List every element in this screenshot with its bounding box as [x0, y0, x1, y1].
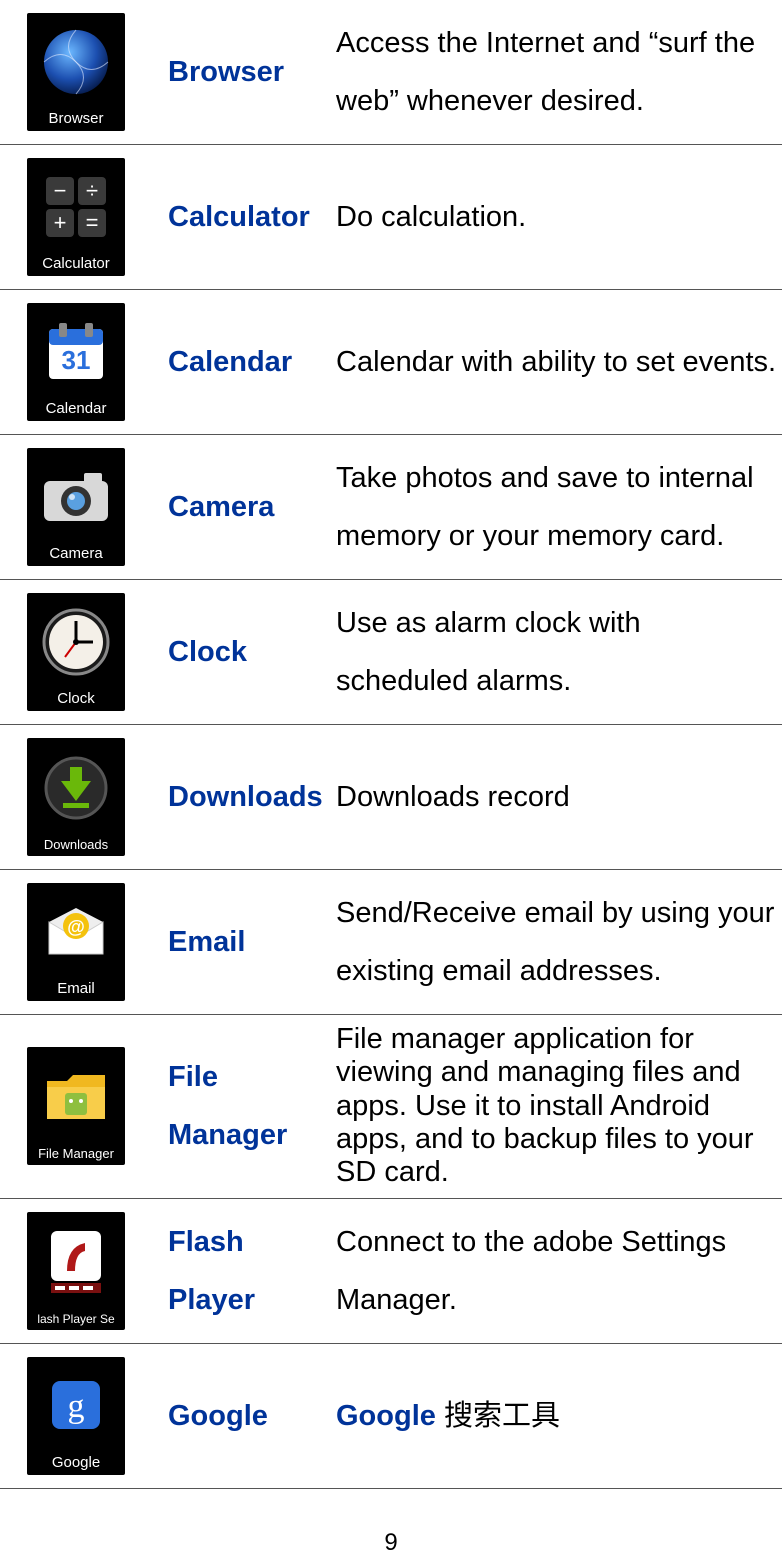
clock-icon: Clock	[27, 593, 125, 711]
icon-cell: 31 Calendar	[14, 303, 138, 421]
app-name: Calendar	[138, 333, 328, 391]
icon-cell: Downloads	[14, 738, 138, 856]
table-row: − ÷ + = Calculator Calculator Do calcula…	[0, 144, 782, 289]
icon-caption: Calculator	[42, 255, 110, 276]
table-row: File Manager File Manager File manager a…	[0, 1014, 782, 1198]
app-desc: Take photos and save to internal memory …	[328, 449, 782, 565]
icon-caption: Email	[57, 980, 95, 1001]
google-icon: g Google	[27, 1357, 125, 1475]
calendar-icon: 31 Calendar	[27, 303, 125, 421]
icon-caption: lash Player Se	[37, 1312, 114, 1330]
icon-caption: Google	[52, 1454, 100, 1475]
app-table: Browser Browser Access the Internet and …	[0, 0, 782, 1489]
app-name: File Manager	[138, 1048, 328, 1164]
svg-text:+: +	[54, 210, 67, 235]
table-row: Clock Clock Use as alarm clock with sche…	[0, 579, 782, 724]
page-number: 9	[0, 1529, 782, 1557]
svg-text:31: 31	[62, 345, 91, 375]
file-manager-icon: File Manager	[27, 1047, 125, 1165]
app-desc: Calendar with ability to set events.	[328, 333, 782, 391]
icon-caption: File Manager	[38, 1146, 114, 1165]
app-name: Browser	[138, 43, 328, 101]
flash-player-icon: lash Player Se	[27, 1212, 125, 1330]
icon-cell: @ Email	[14, 883, 138, 1001]
table-row: Browser Browser Access the Internet and …	[0, 0, 782, 144]
app-name: Calculator	[138, 188, 328, 246]
table-row: @ Email Email Send/Receive email by usin…	[0, 869, 782, 1014]
icon-caption: Downloads	[44, 837, 108, 856]
icon-cell: Clock	[14, 593, 138, 711]
icon-cell: Browser	[14, 13, 138, 131]
icon-caption: Camera	[49, 545, 102, 566]
calculator-icon: − ÷ + = Calculator	[27, 158, 125, 276]
table-row: Downloads Downloads Downloads record	[0, 724, 782, 869]
app-name: Camera	[138, 478, 328, 536]
app-desc: Access the Internet and “surf the web” w…	[328, 14, 782, 130]
icon-cell: Camera	[14, 448, 138, 566]
app-desc: Google 搜索工具	[328, 1387, 782, 1445]
app-name: Clock	[138, 623, 328, 681]
app-desc: Do calculation.	[328, 188, 782, 246]
table-row: g Google Google Google 搜索工具	[0, 1343, 782, 1489]
icon-cell: − ÷ + = Calculator	[14, 158, 138, 276]
app-desc: File manager application for viewing and…	[328, 1023, 782, 1190]
downloads-icon: Downloads	[27, 738, 125, 856]
email-icon: @ Email	[27, 883, 125, 1001]
icon-caption: Clock	[57, 690, 95, 711]
svg-text:÷: ÷	[86, 178, 98, 203]
app-name: Google	[138, 1387, 328, 1445]
browser-icon: Browser	[27, 13, 125, 131]
table-row: lash Player Se Flash Player Connect to t…	[0, 1198, 782, 1343]
svg-text:@: @	[67, 917, 85, 937]
app-name: Flash Player	[138, 1213, 328, 1329]
app-name: Email	[138, 913, 328, 971]
icon-cell: File Manager	[14, 1047, 138, 1165]
camera-icon: Camera	[27, 448, 125, 566]
icon-caption: Calendar	[46, 400, 107, 421]
svg-text:g: g	[68, 1388, 85, 1425]
app-desc: Connect to the adobe Settings Manager.	[328, 1213, 782, 1329]
table-row: Camera Camera Take photos and save to in…	[0, 434, 782, 579]
app-name: Downloads	[138, 768, 328, 826]
icon-cell: lash Player Se	[14, 1212, 138, 1330]
svg-text:=: =	[86, 210, 99, 235]
icon-cell: g Google	[14, 1357, 138, 1475]
svg-text:−: −	[54, 178, 67, 203]
app-desc: Use as alarm clock with scheduled alarms…	[328, 594, 782, 710]
app-desc: Send/Receive email by using your existin…	[328, 884, 782, 1000]
icon-caption: Browser	[48, 110, 103, 131]
app-desc: Downloads record	[328, 768, 782, 826]
table-row: 31 Calendar Calendar Calendar with abili…	[0, 289, 782, 434]
